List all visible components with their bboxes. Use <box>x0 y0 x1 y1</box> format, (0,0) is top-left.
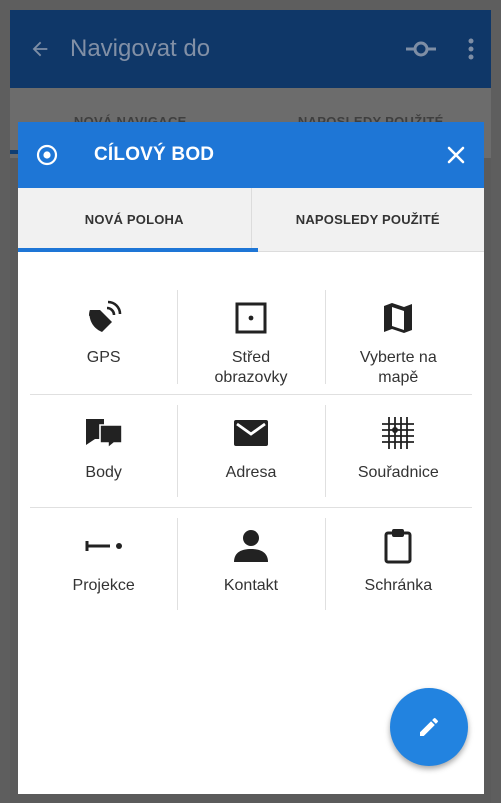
tab-indicator <box>18 248 258 252</box>
arrow-left-icon <box>32 41 48 57</box>
option-label: Schránka <box>364 577 433 594</box>
option-select-on-map[interactable]: Vyberte na mapě <box>324 280 472 394</box>
option-coordinates[interactable]: Souřadnice <box>324 395 472 507</box>
coordinates-grid-icon <box>382 417 415 449</box>
option-label: Souřadnice <box>357 464 439 481</box>
tab-new-location[interactable]: NOVÁ POLOHA <box>18 188 251 251</box>
projection-icon <box>85 541 122 551</box>
close-icon <box>447 146 465 164</box>
tab-recently-used[interactable]: NAPOSLEDY POUŽITÉ <box>250 188 485 251</box>
pencil-icon <box>420 717 439 736</box>
option-contact[interactable]: Kontakt <box>177 508 324 620</box>
dialog-title: CÍLOVÝ BOD <box>94 144 215 165</box>
more-vertical-icon <box>468 38 474 60</box>
option-label: Projekce <box>72 577 135 594</box>
option-label: Body <box>85 464 122 481</box>
app-title: Navigovat do <box>70 35 211 62</box>
dialog-header: CÍLOVÝ BOD <box>18 122 484 188</box>
back-button[interactable] <box>10 10 70 88</box>
option-projection[interactable]: Projekce <box>30 508 177 620</box>
satellite-dish-icon <box>88 300 121 332</box>
close-button[interactable] <box>428 122 484 188</box>
option-label: GPS <box>86 349 121 366</box>
app-bar: Navigovat do <box>10 10 491 88</box>
option-screen-center[interactable]: Střed obrazovky <box>177 280 324 394</box>
options-grid: GPS Střed obrazovky Vyberte na mapě Body… <box>30 280 472 620</box>
more-menu-button[interactable] <box>451 10 491 88</box>
envelope-icon <box>233 420 268 446</box>
option-points[interactable]: Body <box>30 395 177 507</box>
screen-center-icon <box>235 302 267 334</box>
clipboard-icon <box>384 529 412 564</box>
option-clipboard[interactable]: Schránka <box>324 508 472 620</box>
option-label: Adresa <box>225 464 277 481</box>
route-button[interactable] <box>391 10 451 88</box>
map-icon <box>384 303 413 333</box>
dialog-tabs: NOVÁ POLOHA NAPOSLEDY POUŽITÉ <box>18 188 484 252</box>
option-label: Kontakt <box>223 577 279 594</box>
target-icon <box>36 144 58 166</box>
destination-dialog: CÍLOVÝ BOD NOVÁ POLOHA NAPOSLEDY POUŽITÉ <box>18 122 484 794</box>
target-icon-wrap <box>18 122 76 188</box>
edit-fab-button[interactable] <box>390 688 468 766</box>
option-gps[interactable]: GPS <box>30 280 177 394</box>
route-icon <box>406 41 436 57</box>
option-label: Střed obrazovky <box>214 349 288 386</box>
points-icon <box>85 419 123 449</box>
contact-icon <box>233 530 268 562</box>
option-address[interactable]: Adresa <box>177 395 324 507</box>
option-label: Vyberte na mapě <box>359 349 437 386</box>
